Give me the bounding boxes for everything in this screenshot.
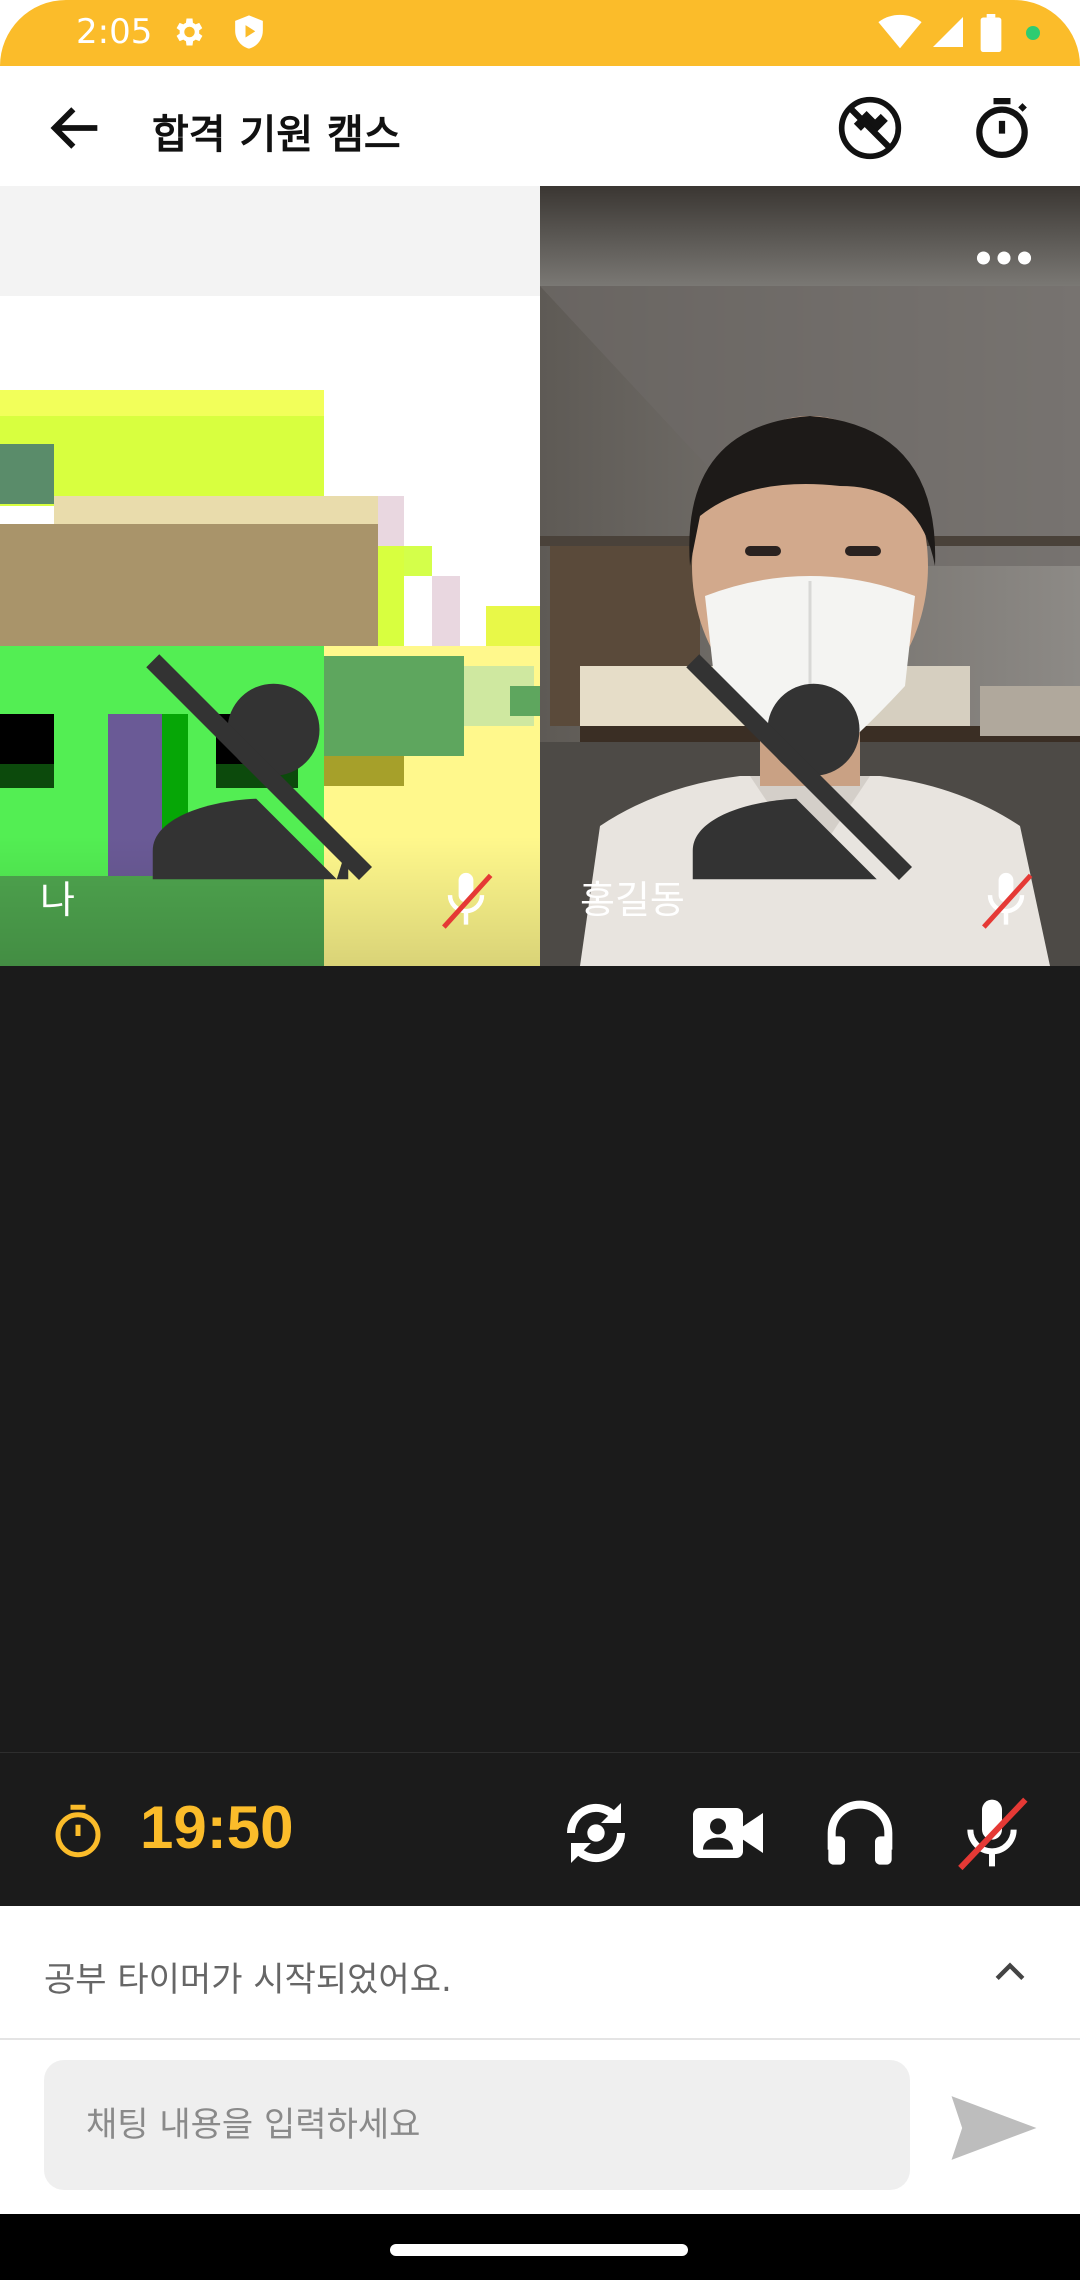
signal-icon (933, 17, 963, 47)
mic-muted-icon (442, 872, 493, 929)
chat-input[interactable] (44, 2060, 910, 2190)
video-room-screen: 2:05 합격 기원 캠스 나 홍길동 19:50 공부 타이머가 시작되었어요… (0, 0, 1080, 2280)
notification-dot-icon (1026, 26, 1040, 40)
headphones-icon[interactable] (820, 1793, 900, 1873)
more-options-icon[interactable] (976, 246, 1032, 270)
call-controls-bar: 19:50 (0, 1752, 1080, 1907)
video-grid: 나 홍길동 (0, 186, 1080, 1752)
system-nav-bar (0, 2214, 1080, 2280)
home-gesture-handle[interactable] (390, 2244, 688, 2256)
notice-text: 공부 타이머가 시작되었어요. (44, 1960, 452, 2000)
chat-composer (0, 2040, 1080, 2220)
participant-name: 나 (40, 878, 75, 922)
settings-icon (176, 18, 203, 46)
play-protect-icon (235, 15, 263, 49)
person-off-icon (124, 1418, 400, 1694)
status-time: 2:05 (76, 12, 153, 52)
wifi-icon (878, 14, 922, 49)
send-icon[interactable] (948, 2092, 1040, 2164)
arrow-left-icon[interactable] (44, 96, 108, 160)
system-notice[interactable]: 공부 타이머가 시작되었어요. (0, 1906, 1080, 2040)
mic-muted-icon (982, 872, 1033, 929)
video-camera-icon[interactable] (688, 1793, 768, 1873)
battery-icon (980, 14, 1002, 52)
chevron-up-icon[interactable] (988, 1950, 1032, 1994)
stopwatch-icon[interactable] (968, 94, 1036, 162)
app-bar: 합격 기원 캠스 (0, 66, 1080, 186)
person-off-icon (686, 654, 913, 881)
empty-participant-slot (0, 966, 540, 1752)
empty-participant-slot (540, 966, 1080, 1752)
room-title: 합격 기원 캠스 (152, 112, 401, 158)
mic-off-icon[interactable] (952, 1793, 1032, 1873)
no-sleep-icon[interactable] (836, 94, 904, 162)
timer-icon (55, 1804, 101, 1858)
person-off-icon (146, 654, 373, 881)
study-timer: 19:50 (140, 1794, 294, 1861)
status-bar: 2:05 (0, 0, 1080, 66)
switch-camera-icon[interactable] (556, 1793, 636, 1873)
